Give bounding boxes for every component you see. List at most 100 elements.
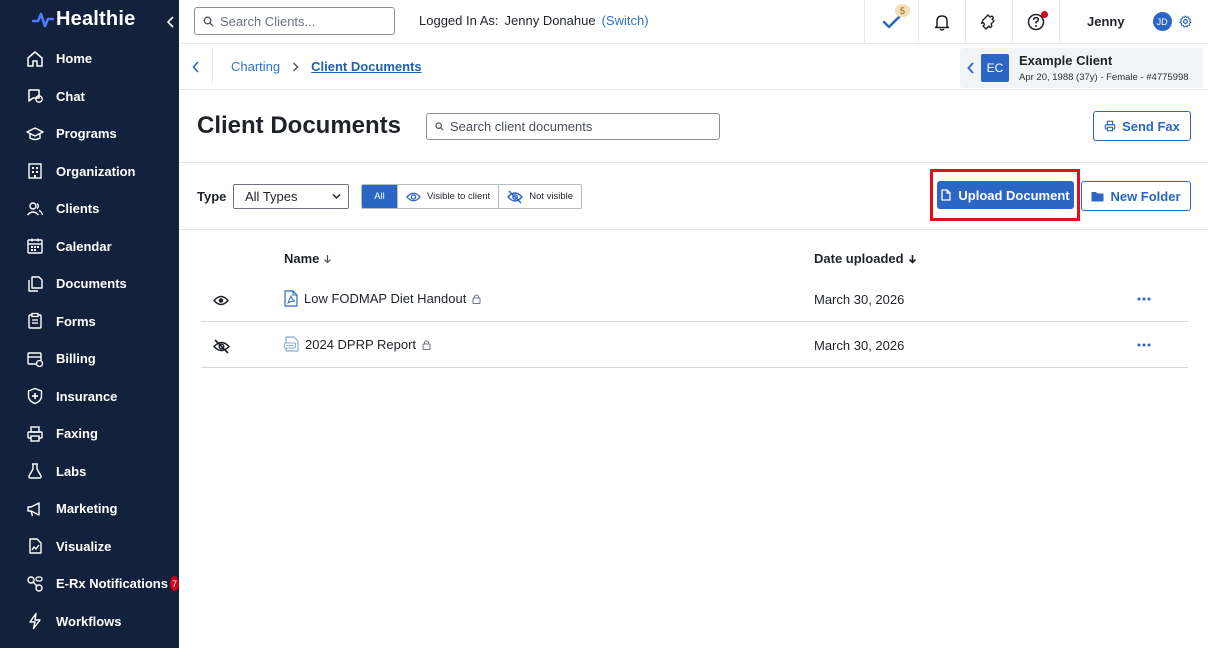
visibility-filter-visible[interactable]: Visible to client [398, 185, 500, 208]
column-header-name[interactable]: Name [284, 251, 332, 266]
table-row[interactable]: Low FODMAP Diet Handout March 30, 2026 [201, 276, 1188, 322]
more-dots-icon [1137, 343, 1151, 347]
client-card-toggle[interactable] [960, 62, 981, 74]
sidebar-item-faxing[interactable]: Faxing [0, 415, 179, 453]
send-fax-button[interactable]: Send Fax [1093, 111, 1191, 141]
document-date: March 30, 2026 [814, 338, 905, 353]
back-button[interactable] [179, 50, 213, 84]
breadcrumb-client-documents[interactable]: Client Documents [311, 59, 422, 74]
more-dots-icon [1137, 297, 1151, 301]
visualize-icon [26, 537, 44, 555]
sidebar-item-label: Programs [56, 126, 117, 142]
top-bar: Logged In As: Jenny Donahue (Switch) 5 Jen… [179, 0, 1208, 44]
sidebar-item-documents[interactable]: Documents [0, 265, 179, 303]
bell-icon [934, 14, 950, 31]
document-link[interactable]: Low FODMAP Diet Handout [284, 290, 481, 307]
healthie-logo[interactable]: Healthie [32, 8, 135, 31]
document-search-field[interactable] [426, 113, 720, 140]
clients-icon [26, 200, 44, 218]
eye-icon [406, 192, 421, 201]
chevron-left-icon [966, 62, 974, 74]
labs-icon [26, 462, 44, 480]
tasks-button[interactable]: 5 [864, 0, 918, 43]
sidebar-item-organization[interactable]: Organization [0, 153, 179, 191]
sidebar-item-visualize[interactable]: Visualize [0, 528, 179, 566]
settings-button[interactable] [1178, 15, 1192, 28]
sidebar-item-label: Home [56, 51, 93, 67]
logged-in-label: Logged In As: [419, 13, 499, 28]
search-icon [203, 16, 214, 26]
sidebar-item-label: Marketing [56, 501, 118, 517]
document-date: March 30, 2026 [814, 292, 905, 307]
sidebar-item-marketing[interactable]: Marketing [0, 490, 179, 528]
avatar[interactable]: JD [1152, 12, 1172, 31]
visibility-filter-all[interactable]: All [362, 185, 398, 208]
sidebar-item-label: Clients [56, 201, 100, 217]
notification-count-badge: 7 [169, 576, 179, 592]
puzzle-icon [980, 13, 995, 30]
sort-arrow-down-icon [908, 254, 916, 264]
sidebar-item-label: Chat [56, 88, 85, 104]
chevron-down-icon [332, 193, 341, 200]
sidebar-item-labs[interactable]: Labs [0, 453, 179, 491]
sidebar-nav: Home Chat Programs Organization Clients … [0, 40, 179, 640]
switch-user-link[interactable]: (Switch) [602, 13, 649, 28]
document-icon [941, 189, 952, 201]
user-menu[interactable]: Jenny JD [1059, 0, 1208, 43]
sidebar-item-erx-notifications[interactable]: E-Rx Notifications 7 [0, 565, 179, 603]
sidebar-item-calendar[interactable]: Calendar [0, 228, 179, 266]
forms-icon [26, 312, 44, 330]
more-actions-button[interactable] [1137, 292, 1151, 306]
lock-icon [472, 294, 481, 304]
search-clients-field[interactable] [194, 7, 395, 35]
more-actions-button[interactable] [1137, 338, 1151, 352]
help-button[interactable] [1012, 0, 1059, 43]
doc-file-icon [284, 336, 299, 352]
client-name: Example Client [1019, 53, 1113, 68]
document-search-input[interactable] [450, 119, 710, 134]
calendar-icon [26, 237, 44, 255]
chevron-left-icon [191, 61, 199, 73]
sidebar-item-label: Billing [56, 351, 96, 367]
search-clients-input[interactable] [220, 13, 390, 29]
logged-in-name: Jenny Donahue [504, 13, 596, 28]
notifications-button[interactable] [918, 0, 965, 43]
programs-icon [26, 125, 44, 143]
type-filter-select[interactable]: All Types [233, 184, 349, 209]
sidebar-item-insurance[interactable]: Insurance [0, 378, 179, 416]
upload-document-button[interactable]: Upload Document [937, 181, 1074, 209]
client-card[interactable]: EC Example Client Apr 20, 1988 (37y) - F… [960, 48, 1203, 88]
document-name: 2024 DPRP Report [305, 336, 417, 352]
lock-icon [422, 339, 431, 350]
document-link[interactable]: 2024 DPRP Report [284, 336, 431, 352]
column-header-date-uploaded[interactable]: Date uploaded [814, 251, 917, 266]
sidebar-collapse-button[interactable] [164, 12, 178, 32]
eye-off-icon[interactable] [212, 338, 230, 354]
document-name: Low FODMAP Diet Handout [304, 291, 467, 306]
send-fax-label: Send Fax [1122, 118, 1180, 134]
table-header: Name Date uploaded [201, 230, 1188, 276]
breadcrumb-charting[interactable]: Charting [231, 59, 280, 74]
sidebar-item-forms[interactable]: Forms [0, 303, 179, 341]
logged-in-info: Logged In As: Jenny Donahue (Switch) [419, 13, 649, 28]
sort-arrow-down-icon [324, 254, 332, 263]
sidebar-item-clients[interactable]: Clients [0, 190, 179, 228]
sidebar-item-chat[interactable]: Chat [0, 78, 179, 116]
sidebar-item-home[interactable]: Home [0, 40, 179, 78]
visibility-filter-not-visible[interactable]: Not visible [499, 185, 582, 208]
integrations-button[interactable] [965, 0, 1012, 43]
sidebar-item-label: Faxing [56, 426, 98, 442]
sidebar-item-workflows[interactable]: Workflows [0, 603, 179, 641]
tasks-count-badge: 5 [895, 4, 910, 17]
sidebar-item-label: Organization [56, 163, 136, 179]
sidebar-item-billing[interactable]: Billing [0, 340, 179, 378]
sidebar-item-programs[interactable]: Programs [0, 115, 179, 153]
page-title: Client Documents [197, 112, 402, 139]
eye-icon[interactable] [212, 292, 230, 308]
table-row[interactable]: 2024 DPRP Report March 30, 2026 [201, 322, 1188, 368]
pdf-file-icon [284, 290, 298, 307]
new-folder-button[interactable]: New Folder [1081, 181, 1191, 211]
type-filter-value: All Types [245, 189, 298, 204]
client-info: Example Client Apr 20, 1988 (37y) - Fema… [1019, 53, 1189, 83]
segment-label: Visible to client [427, 191, 491, 202]
